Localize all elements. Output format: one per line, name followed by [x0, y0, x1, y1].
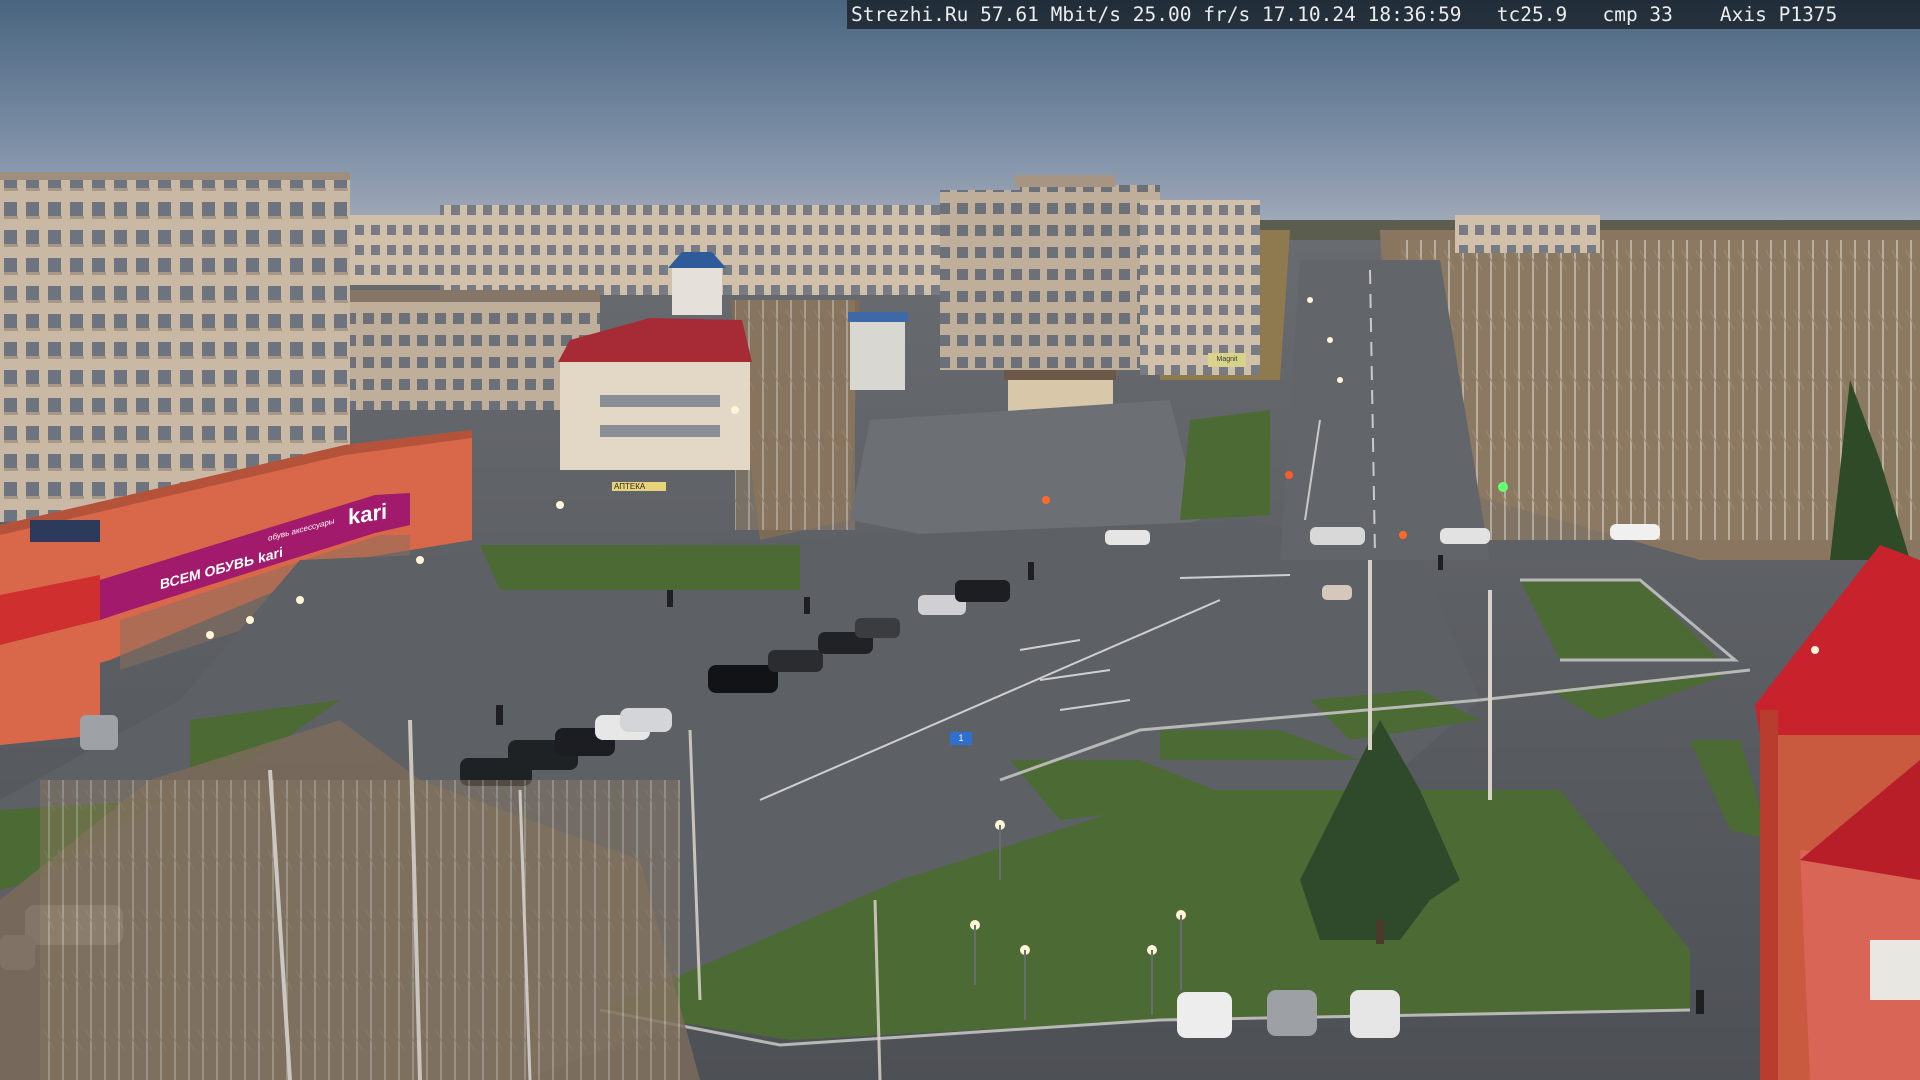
osd-framerate: 25.00 fr/s: [1132, 3, 1251, 26]
osd-tc: tc25.9: [1496, 3, 1568, 26]
osd-camera-model: Axis P1375: [1719, 3, 1838, 26]
blue-roof-tower: [668, 252, 726, 315]
camera-scene: [0, 0, 1920, 1080]
camera-osd-bar: Strezhi.Ru 57.61 Mbit/s 25.00 fr/s 17.10…: [847, 0, 1920, 29]
billboard: Magnit: [1208, 353, 1246, 367]
pharmacy-sign: АПТЕКА: [612, 482, 666, 491]
osd-cmp: cmp 33: [1602, 3, 1673, 26]
osd-date: 17.10.24: [1261, 3, 1356, 26]
osd-site: Strezhi.Ru: [851, 3, 969, 26]
red-roof-building: [558, 318, 752, 470]
distant-blue-building: [850, 315, 905, 390]
osd-time: 18:36:59: [1367, 3, 1462, 26]
street-sign: 1: [950, 732, 972, 745]
osd-bitrate: 57.61 Mbit/s: [980, 3, 1122, 26]
